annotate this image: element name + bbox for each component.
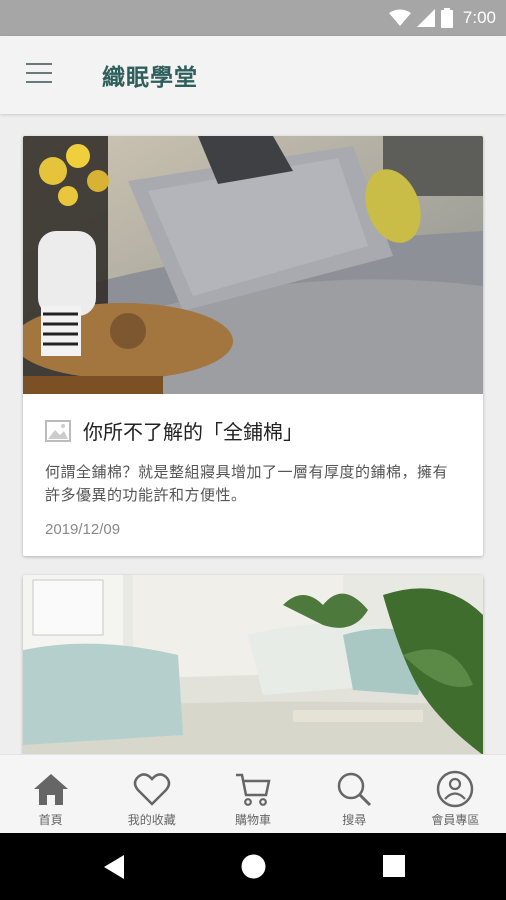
back-icon[interactable]: [102, 854, 126, 880]
heart-icon: [133, 773, 171, 806]
nav-cart[interactable]: 購物車: [202, 755, 303, 834]
nav-label: 會員專區: [431, 813, 480, 827]
image-icon: [45, 419, 71, 442]
nav-search[interactable]: 搜尋: [304, 755, 405, 834]
battery-icon: [440, 8, 453, 28]
status-icons: 7:00: [388, 6, 496, 30]
article-summary: 何謂全鋪棉？就是整組寢具增加了一層有厚度的鋪棉，擁有許多優異的功能許和方便性。: [45, 463, 449, 504]
article-cover-image: [23, 136, 483, 394]
article-list[interactable]: 你所不了解的「全鋪棉」 何謂全鋪棉？就是整組寢具增加了一層有厚度的鋪棉，擁有許多…: [0, 114, 506, 754]
home-circle-icon[interactable]: [241, 854, 266, 879]
article-cover-image: [23, 575, 483, 754]
user-icon: [437, 770, 474, 808]
wifi-icon: [388, 9, 411, 26]
recents-icon[interactable]: [383, 855, 405, 877]
nav-member[interactable]: 會員專區: [405, 755, 506, 834]
nav-label: 搜尋: [342, 813, 367, 827]
menu-button[interactable]: [26, 63, 52, 85]
bottom-nav: 首頁 我的收藏 購物車 搜尋 會員專區: [0, 754, 506, 834]
search-icon: [337, 772, 372, 807]
nav-label: 我的收藏: [127, 813, 176, 827]
status-bar: 7:00: [0, 0, 506, 36]
nav-favorites[interactable]: 我的收藏: [101, 755, 202, 834]
nav-home[interactable]: 首頁: [0, 755, 101, 834]
article-title[interactable]: 你所不了解的「全鋪棉」: [83, 416, 303, 445]
article-card[interactable]: [23, 575, 483, 754]
article-card[interactable]: 你所不了解的「全鋪棉」 何謂全鋪棉？就是整組寢具增加了一層有厚度的鋪棉，擁有許多…: [23, 136, 483, 556]
article-date: 2019/12/09: [45, 521, 121, 538]
menu-icon: [26, 63, 52, 65]
page-title: 織眠學堂: [102, 65, 198, 91]
home-icon: [33, 774, 68, 805]
signal-icon: [416, 9, 435, 27]
nav-label: 首頁: [38, 813, 63, 827]
cart-icon: [236, 773, 271, 806]
nav-label: 購物車: [235, 813, 272, 827]
status-time: 7:00: [462, 8, 496, 27]
system-navigation-bar: [0, 833, 506, 900]
app-bar: 織眠學堂: [0, 36, 506, 114]
